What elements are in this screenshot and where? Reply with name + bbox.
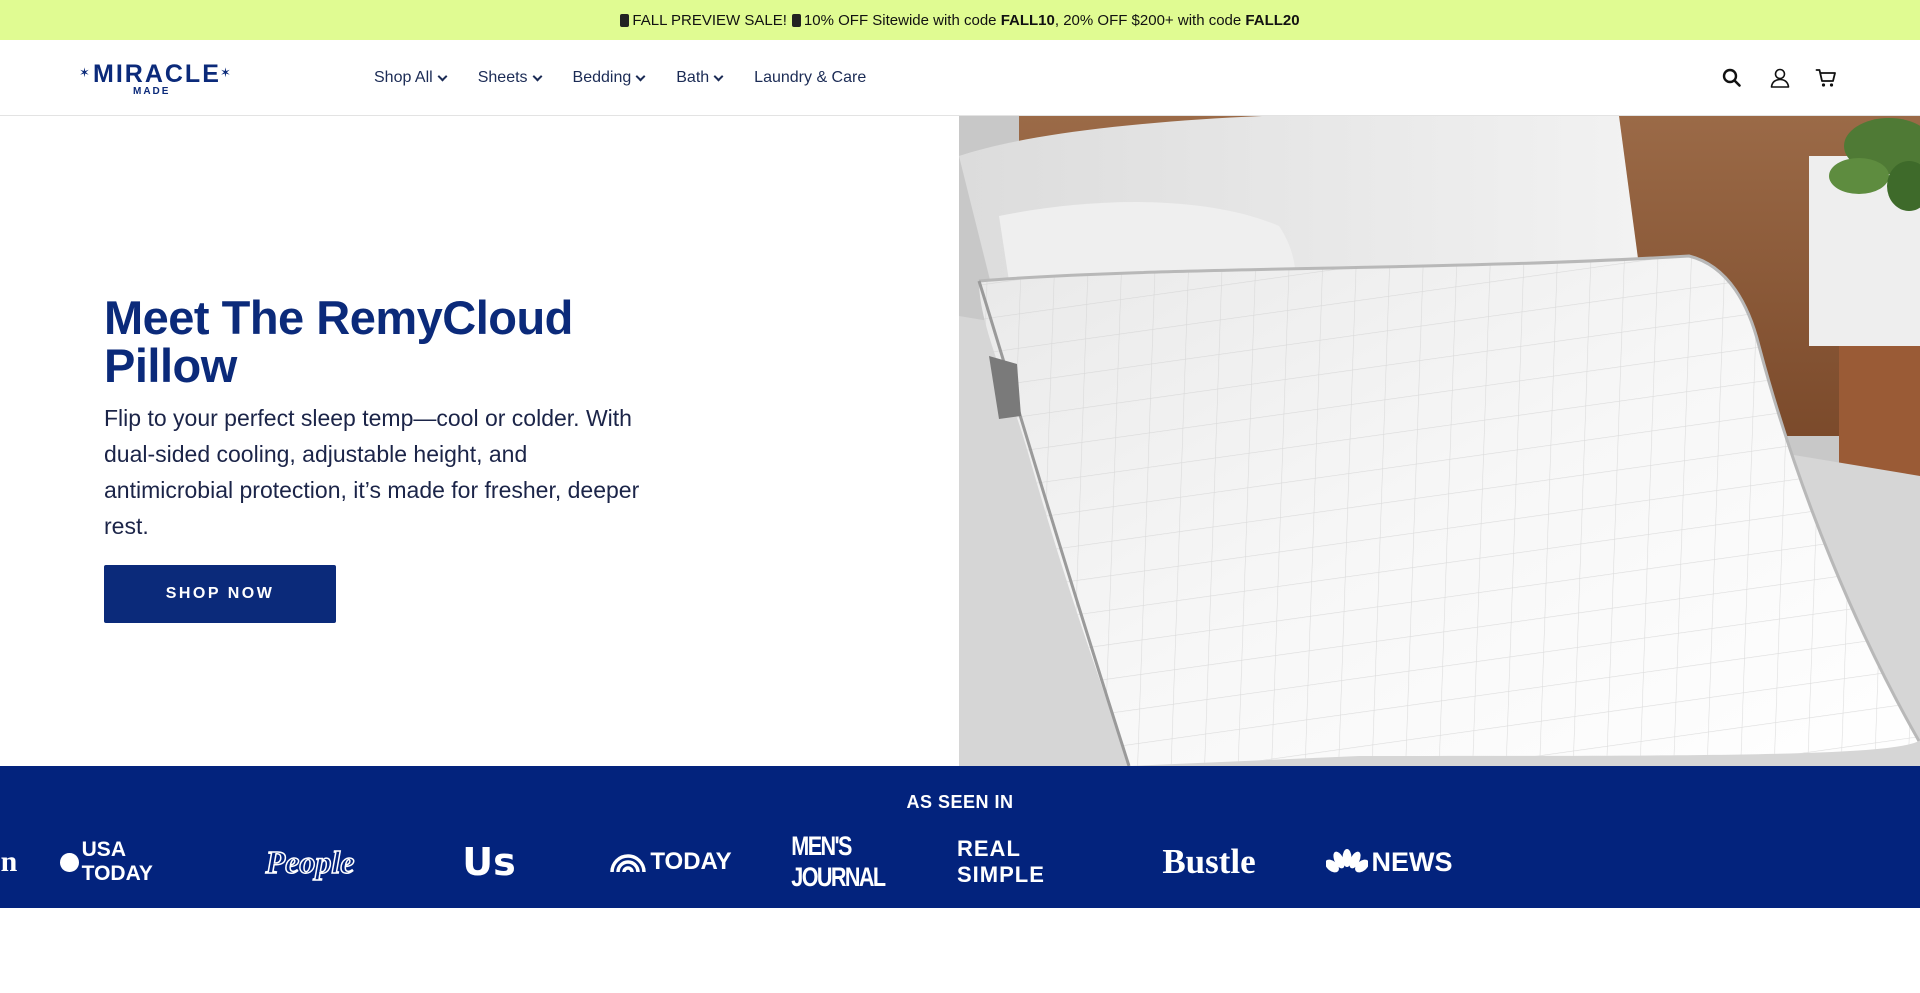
announcement-mid: 10% OFF Sitewide with code xyxy=(803,11,1001,29)
press-section: AS SEEN IN n USA TODAY People Us TODAY M… xyxy=(0,766,1920,908)
cart-icon[interactable] xyxy=(1815,67,1837,89)
chevron-down-icon xyxy=(713,71,724,81)
chevron-down-icon xyxy=(635,71,646,81)
search-icon[interactable] xyxy=(1721,67,1743,89)
hero-title: Meet The RemyCloud Pillow xyxy=(104,294,644,390)
logo-sub: MADE xyxy=(133,86,171,97)
nbc-news-logo: NEWS xyxy=(1318,842,1460,882)
hero-title-line: Pillow xyxy=(104,339,237,392)
nav-bath[interactable]: Bath xyxy=(676,69,724,87)
logo-word: MIRACLE xyxy=(93,60,221,88)
brand-logo[interactable]: ✶ MIRACLE ✶ MADE xyxy=(79,60,231,97)
site-header: ✶ MIRACLE ✶ MADE Shop All Sheets Bedding… xyxy=(0,40,1920,116)
people-logo: People xyxy=(265,843,355,881)
nav-label: Laundry & Care xyxy=(754,69,867,86)
promo-code-1: FALL10 xyxy=(1000,11,1055,29)
nav-shop-all[interactable]: Shop All xyxy=(374,69,448,87)
account-icon[interactable] xyxy=(1769,67,1791,89)
phone-emoji-icon xyxy=(791,13,801,27)
real-simple-logo: REAL SIMPLE xyxy=(957,836,1045,887)
nav-sheets[interactable]: Sheets xyxy=(477,69,542,87)
usa-today-logo: USA TODAY xyxy=(60,838,200,885)
usa-today-dot-icon xyxy=(60,852,79,872)
announcement-sep: , 20% OFF $200+ with code xyxy=(1054,11,1246,29)
press-logo-cut: n xyxy=(0,845,18,878)
announcement-bar: FALL PREVIEW SALE! 10% OFF Sitewide with… xyxy=(0,0,1920,40)
nav-bedding[interactable]: Bedding xyxy=(572,69,646,87)
chevron-down-icon xyxy=(532,71,542,81)
news-text: NEWS xyxy=(1371,846,1453,877)
today-text: TODAY xyxy=(650,848,732,875)
hero-pillow-image xyxy=(959,116,1920,766)
star-icon: ✶ xyxy=(220,65,231,80)
today-rainbow-icon xyxy=(610,854,647,873)
hero-title-line: Meet The RemyCloud xyxy=(104,291,573,344)
nav-label: Shop All xyxy=(374,69,433,86)
promo-code-2: FALL20 xyxy=(1245,11,1300,29)
hero-text: Meet The RemyCloud Pillow Flip to your p… xyxy=(104,294,644,623)
nav-laundry-care[interactable]: Laundry & Care xyxy=(754,69,866,87)
nav-label: Sheets xyxy=(477,69,528,86)
nav-label: Bedding xyxy=(572,69,632,86)
mens-journal-logo: MEN'S JOURNAL xyxy=(791,831,886,892)
press-title: AS SEEN IN xyxy=(906,792,1014,812)
hero-description: Flip to your perfect sleep temp—cool or … xyxy=(104,405,640,539)
usa-today-text: USA TODAY xyxy=(81,838,153,885)
shop-now-button[interactable]: SHOP NOW xyxy=(104,565,336,623)
star-icon: ✶ xyxy=(79,65,90,80)
main-nav: Shop All Sheets Bedding Bath Laundry & C… xyxy=(374,40,898,116)
today-logo: TODAY xyxy=(600,842,740,882)
us-weekly-logo: Us xyxy=(462,840,516,884)
nbc-peacock-icon xyxy=(1325,849,1368,873)
nav-label: Bath xyxy=(676,69,710,86)
announcement-lead: FALL PREVIEW SALE! xyxy=(632,11,787,29)
hero-section: Meet The RemyCloud Pillow Flip to your p… xyxy=(0,116,1920,766)
bustle-logo: Bustle xyxy=(1162,842,1256,881)
phone-emoji-icon xyxy=(620,13,630,27)
chevron-down-icon xyxy=(437,71,448,81)
